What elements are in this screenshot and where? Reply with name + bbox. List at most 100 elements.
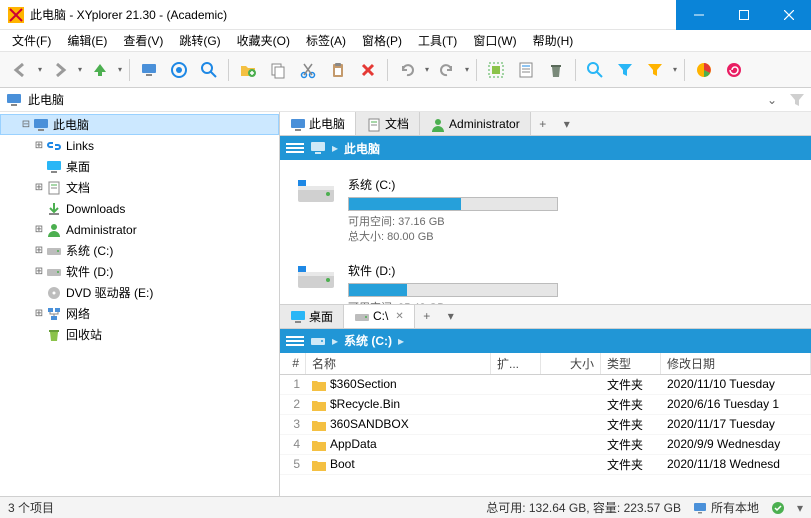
tree-item[interactable]: 回收站 (0, 324, 279, 345)
pane-tab[interactable]: 此电脑 (280, 112, 356, 135)
tree-label: Administrator (66, 223, 137, 237)
menu-item[interactable]: 标签(A) (298, 30, 354, 51)
filter-gear-button[interactable] (641, 56, 669, 84)
address-dropdown[interactable]: ⌄ (761, 93, 783, 107)
paste-button[interactable] (324, 56, 352, 84)
status-dropdown[interactable]: ▾ (797, 501, 803, 515)
drive-item[interactable]: 系统 (C:)可用空间: 37.16 GB总大小: 80.00 GB (292, 168, 799, 254)
target-button[interactable] (165, 56, 193, 84)
nav-back-dropdown[interactable]: ▾ (36, 65, 44, 74)
col-number[interactable]: # (280, 353, 306, 374)
col-name[interactable]: 名称 (306, 353, 491, 374)
tab-dropdown[interactable]: ▾ (439, 305, 463, 328)
file-row[interactable]: 5Boot文件夹2020/11/18 Wednesd (280, 455, 811, 475)
tree-item[interactable]: ⊞ Administrator (0, 219, 279, 240)
nav-up-button[interactable] (86, 56, 114, 84)
redo-dropdown[interactable]: ▾ (463, 65, 471, 74)
menu-item[interactable]: 查看(V) (115, 30, 171, 51)
computer-button[interactable] (135, 56, 163, 84)
minimize-button[interactable] (676, 0, 721, 30)
properties-button[interactable] (512, 56, 540, 84)
tab-add-button[interactable]: + (415, 305, 439, 328)
pane-bottom-breadcrumb[interactable]: ▸ 系统 (C:) ▸ (280, 329, 811, 353)
filter-funnel-button[interactable] (611, 56, 639, 84)
tree-item[interactable]: ⊞网络 (0, 303, 279, 324)
tree-item[interactable]: DVD 驱动器 (E:) (0, 282, 279, 303)
pane-tab[interactable]: 文档 (356, 112, 420, 135)
copy-button[interactable] (264, 56, 292, 84)
menu-item[interactable]: 文件(F) (4, 30, 59, 51)
col-size[interactable]: 大小 (541, 353, 601, 374)
pane-top-breadcrumb[interactable]: ▸ 此电脑 (280, 136, 811, 160)
menu-item[interactable]: 窗口(W) (465, 30, 524, 51)
col-type[interactable]: 类型 (601, 353, 661, 374)
col-ext[interactable]: 扩... (491, 353, 541, 374)
desktop-icon (46, 159, 62, 175)
burger-icon[interactable] (286, 333, 304, 349)
tree-expander[interactable]: ⊞ (32, 140, 46, 151)
tree-item[interactable]: Downloads (0, 198, 279, 219)
tree-expander[interactable]: ⊞ (32, 308, 46, 319)
tree-item[interactable]: 桌面 (0, 156, 279, 177)
filter-icon[interactable] (789, 92, 805, 108)
menu-item[interactable]: 窗格(P) (354, 30, 410, 51)
breadcrumb-item[interactable]: 系统 (C:) (344, 332, 392, 349)
spiral-button[interactable] (720, 56, 748, 84)
file-row[interactable]: 2$Recycle.Bin文件夹2020/6/16 Tuesday 1 (280, 395, 811, 415)
breadcrumb-item[interactable]: 此电脑 (344, 140, 380, 157)
tree-item[interactable]: ⊞Links (0, 135, 279, 156)
folder-tree[interactable]: ⊟此电脑⊞Links 桌面 ⊞文档Downloads ⊞ Administrator ⊞系… (0, 112, 280, 496)
drive-list[interactable]: 系统 (C:)可用空间: 37.16 GB总大小: 80.00 GB软件 (D:… (280, 160, 811, 304)
pie-button[interactable] (690, 56, 718, 84)
menu-item[interactable]: 收藏夹(O) (229, 30, 298, 51)
tree-item[interactable]: ⊞软件 (D:) (0, 261, 279, 282)
cut-button[interactable] (294, 56, 322, 84)
file-row[interactable]: 3360SANDBOX文件夹2020/11/17 Tuesday (280, 415, 811, 435)
status-local[interactable]: 所有本地 (693, 499, 759, 516)
pane-tab[interactable]: C:\✕ (344, 305, 415, 328)
nav-up-dropdown[interactable]: ▾ (116, 65, 124, 74)
tree-expander[interactable]: ⊟ (19, 119, 33, 130)
tree-expander[interactable]: ⊞ (32, 224, 46, 235)
zoom-button[interactable] (581, 56, 609, 84)
new-folder-button[interactable] (234, 56, 262, 84)
menu-item[interactable]: 跳转(G) (171, 30, 228, 51)
tree-item[interactable]: ⊟此电脑 (0, 114, 279, 135)
tree-item[interactable]: ⊞系统 (C:) (0, 240, 279, 261)
col-date[interactable]: 修改日期 (661, 353, 811, 374)
nav-back-button[interactable] (6, 56, 34, 84)
addressbar[interactable]: 此电脑 ⌄ (0, 88, 811, 112)
tree-expander[interactable]: ⊞ (32, 245, 46, 256)
undo-dropdown[interactable]: ▾ (423, 65, 431, 74)
pane-tab[interactable]: 桌面 (280, 305, 344, 328)
burger-icon[interactable] (286, 140, 304, 156)
menu-item[interactable]: 帮助(H) (525, 30, 582, 51)
recycle-button[interactable] (542, 56, 570, 84)
tree-expander[interactable]: ⊞ (32, 182, 46, 193)
file-row[interactable]: 1$360Section文件夹2020/11/10 Tuesday (280, 375, 811, 395)
tab-close-icon[interactable]: ✕ (395, 311, 403, 322)
filter-dropdown[interactable]: ▾ (671, 65, 679, 74)
redo-button[interactable] (433, 56, 461, 84)
close-button[interactable] (766, 0, 811, 30)
file-list[interactable]: 1$360Section文件夹2020/11/10 Tuesday2$Recyc… (280, 375, 811, 497)
pane-tab[interactable]: Administrator (420, 112, 531, 135)
tree-expander[interactable]: ⊞ (32, 266, 46, 277)
menu-item[interactable]: 工具(T) (410, 30, 465, 51)
drive-item[interactable]: 软件 (D:)可用空间: 95.48 GB (292, 254, 799, 304)
file-row[interactable]: 4AppData文件夹2020/9/9 Wednesday (280, 435, 811, 455)
tree-label: 桌面 (66, 158, 90, 175)
select-button[interactable] (482, 56, 510, 84)
drive-icon (310, 333, 326, 349)
nav-forward-button[interactable] (46, 56, 74, 84)
undo-button[interactable] (393, 56, 421, 84)
tree-item[interactable]: ⊞文档 (0, 177, 279, 198)
tab-dropdown[interactable]: ▾ (555, 112, 579, 135)
menu-item[interactable]: 编辑(E) (59, 30, 115, 51)
tab-add-button[interactable]: + (531, 112, 555, 135)
search-button[interactable] (195, 56, 223, 84)
maximize-button[interactable] (721, 0, 766, 30)
nav-forward-dropdown[interactable]: ▾ (76, 65, 84, 74)
address-text[interactable]: 此电脑 (28, 91, 755, 108)
delete-button[interactable] (354, 56, 382, 84)
